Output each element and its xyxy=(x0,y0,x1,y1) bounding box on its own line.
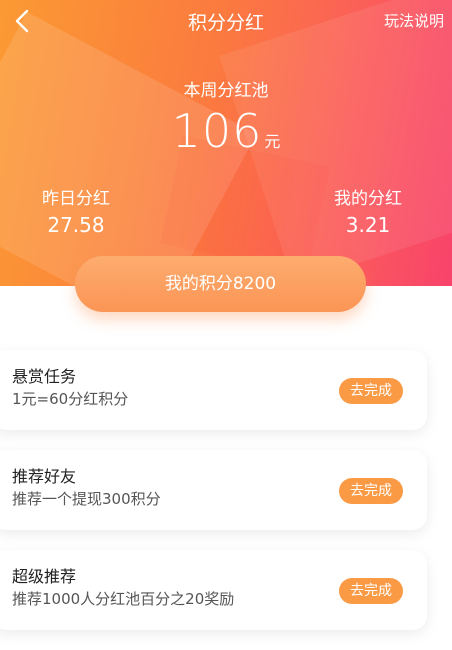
task-title: 推荐好友 xyxy=(12,467,77,486)
task-subtitle: 推荐一个提现300积分 xyxy=(12,490,161,508)
complete-button[interactable]: 去完成 xyxy=(339,478,403,504)
pool-amount: 106 元 xyxy=(0,104,452,158)
task-card: 悬赏任务 1元=60分红积分 去完成 xyxy=(0,350,427,430)
task-title: 悬赏任务 xyxy=(12,367,77,386)
header-banner: 积分分红 玩法说明 本周分红池 106 元 昨日分红 27.58 我的分红 3.2… xyxy=(0,0,452,286)
task-subtitle: 推荐1000人分红池百分之20奖励 xyxy=(12,590,235,608)
my-dividend: 我的分红 3.21 xyxy=(320,184,416,237)
yesterday-dividend: 昨日分红 27.58 xyxy=(28,184,124,237)
task-card: 推荐好友 推荐一个提现300积分 去完成 xyxy=(0,450,427,530)
task-card: 超级推荐 推荐1000人分红池百分之20奖励 去完成 xyxy=(0,550,427,630)
yesterday-dividend-label: 昨日分红 xyxy=(42,189,110,209)
yesterday-dividend-value: 27.58 xyxy=(47,213,105,237)
pool-label: 本周分红池 xyxy=(183,81,269,101)
complete-button[interactable]: 去完成 xyxy=(339,578,403,604)
pool-amount-unit: 元 xyxy=(264,132,281,151)
my-points-button[interactable]: 我的积分8200 xyxy=(75,256,366,312)
complete-button[interactable]: 去完成 xyxy=(339,378,403,404)
my-dividend-label: 我的分红 xyxy=(334,189,402,209)
task-subtitle: 1元=60分红积分 xyxy=(12,390,129,408)
task-title: 超级推荐 xyxy=(12,567,77,586)
my-dividend-value: 3.21 xyxy=(345,213,391,237)
rules-link[interactable]: 玩法说明 xyxy=(384,10,444,31)
pool-amount-value: 106 xyxy=(171,104,263,158)
nav-bar: 积分分红 玩法说明 xyxy=(0,0,452,46)
